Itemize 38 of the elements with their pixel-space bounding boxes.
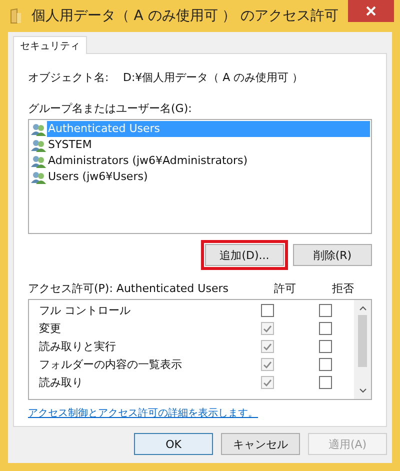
- scroll-down-icon: [358, 388, 366, 394]
- object-name: D:¥個人用データ（ A のみ使用可 ）: [123, 70, 304, 86]
- list-item[interactable]: Users (jw6¥Users): [47, 169, 149, 186]
- object-label: オブジェクト名:: [28, 70, 110, 86]
- scroll-up-icon: [358, 304, 366, 311]
- users-icon: [31, 122, 46, 136]
- users-icon: [31, 170, 46, 184]
- permission-name: フォルダーの内容の一覧表示: [39, 357, 183, 372]
- list-item[interactable]: Administrators (jw6¥Administrators): [47, 153, 249, 170]
- deny-checkbox[interactable]: [318, 340, 332, 354]
- close-button[interactable]: [348, 0, 394, 22]
- permissions-label: アクセス許可(P): Authenticated Users: [28, 280, 230, 296]
- permission-name: 読み取りと実行: [39, 339, 117, 354]
- allow-checkbox[interactable]: [260, 304, 274, 318]
- permission-name: 変更: [39, 321, 62, 336]
- tab[interactable]: セキュリティ: [13, 36, 87, 54]
- dialog-button[interactable]: OK: [134, 433, 213, 455]
- deny-checkbox[interactable]: [318, 376, 332, 390]
- dialog-button[interactable]: キャンセル: [221, 433, 300, 455]
- list-item[interactable]: SYSTEM: [47, 137, 93, 154]
- window-title: 個人用データ（ A のみ使用可 ） のアクセス許可: [30, 7, 340, 25]
- dialog-button[interactable]: 追加(D)...: [205, 244, 284, 266]
- groups-label: グループ名またはユーザー名(G):: [28, 101, 193, 116]
- column-header: 拒否: [331, 280, 355, 296]
- permission-name: フル コントロール: [39, 303, 132, 318]
- details-link[interactable]: アクセス制御とアクセス許可の詳細を表示します。: [28, 406, 372, 420]
- deny-checkbox[interactable]: [318, 304, 332, 318]
- dialog-button[interactable]: 削除(R): [293, 244, 372, 266]
- deny-checkbox[interactable]: [318, 322, 332, 336]
- column-header: 許可: [273, 280, 297, 296]
- user-list[interactable]: Authenticated Users SYSTEM Administrators (jw6¥Administrators) Users (jw6¥Users): [28, 119, 372, 234]
- permission-name: 読み取り: [39, 375, 84, 390]
- folder-icon: [10, 8, 22, 24]
- deny-checkbox[interactable]: [318, 358, 332, 372]
- users-icon: [31, 154, 46, 168]
- users-icon: [31, 138, 46, 152]
- close-icon: [366, 6, 376, 16]
- scrollbar[interactable]: [354, 300, 371, 399]
